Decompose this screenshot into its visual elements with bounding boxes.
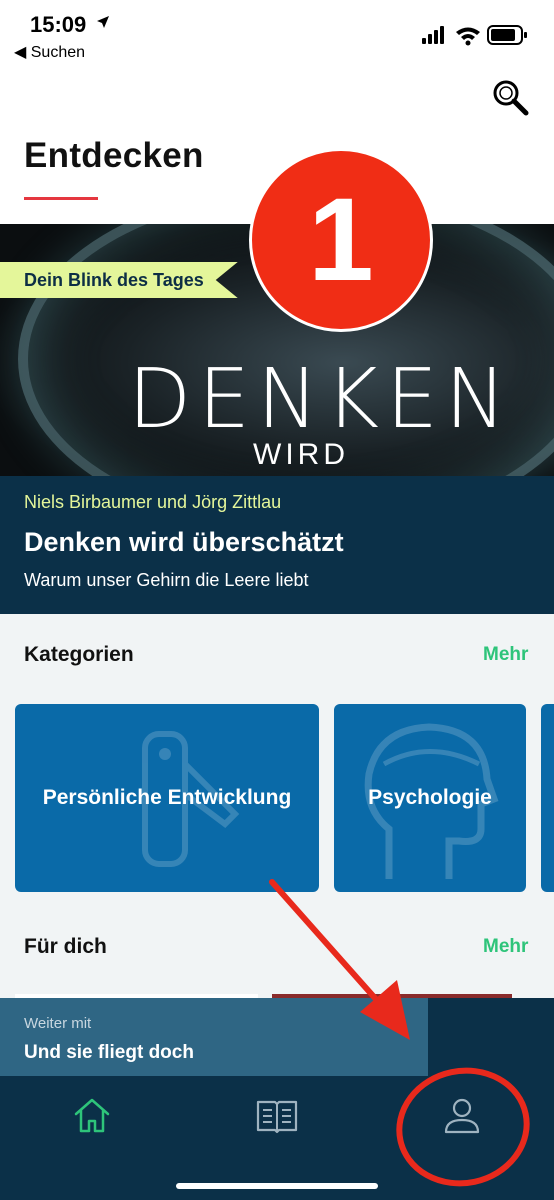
for-you-more-link[interactable]: Mehr: [483, 936, 528, 958]
search-icon: [493, 80, 529, 116]
tab-library[interactable]: [255, 1094, 299, 1138]
blink-author: Niels Birbaumer und Jörg Zittlau: [24, 492, 282, 512]
category-label: Persönliche Entwicklung: [42, 786, 292, 809]
continue-reading-bar-remaining: [428, 998, 554, 1076]
blink-title: Denken wird überschätzt: [24, 527, 344, 557]
page-title: Entdecken: [24, 136, 204, 175]
wifi-icon: [456, 27, 480, 46]
location-arrow-icon: [97, 16, 109, 28]
library-icon: [256, 1100, 298, 1134]
continue-reading-bar[interactable]: [0, 998, 428, 1076]
home-indicator: [176, 1183, 378, 1189]
category-label: Psychologie: [368, 786, 492, 809]
search-button[interactable]: [490, 78, 534, 118]
tab-profile[interactable]: [440, 1094, 484, 1138]
category-card-psychology[interactable]: Psychologie: [334, 704, 526, 892]
battery-icon: [487, 25, 527, 45]
category-card-partial[interactable]: [541, 704, 554, 892]
continue-title: Und sie fliegt doch: [24, 1042, 194, 1063]
back-to-search-link[interactable]: ◀ Suchen: [14, 42, 85, 62]
status-icons: [422, 24, 532, 51]
continue-label: Weiter mit: [24, 1015, 92, 1032]
signal-icon: [422, 26, 444, 44]
tab-discover[interactable]: [70, 1094, 114, 1138]
status-time: 15:09: [30, 12, 87, 37]
step-badge: 1: [249, 148, 433, 332]
category-card-personal-development[interactable]: Persönliche Entwicklung: [15, 704, 319, 892]
blink-subtitle: Warum unser Gehirn die Leere liebt: [24, 570, 309, 590]
title-underline: [24, 197, 98, 200]
for-you-title: Für dich: [24, 935, 107, 958]
profile-icon: [444, 1098, 480, 1134]
home-icon: [74, 1098, 110, 1133]
daily-blink-flag: Dein Blink des Tages: [0, 262, 238, 298]
cover-word-2: WIRD: [253, 438, 349, 471]
cover-word-1: DENKEN: [128, 352, 514, 447]
categories-more-link[interactable]: Mehr: [483, 644, 528, 666]
categories-title: Kategorien: [24, 643, 134, 666]
